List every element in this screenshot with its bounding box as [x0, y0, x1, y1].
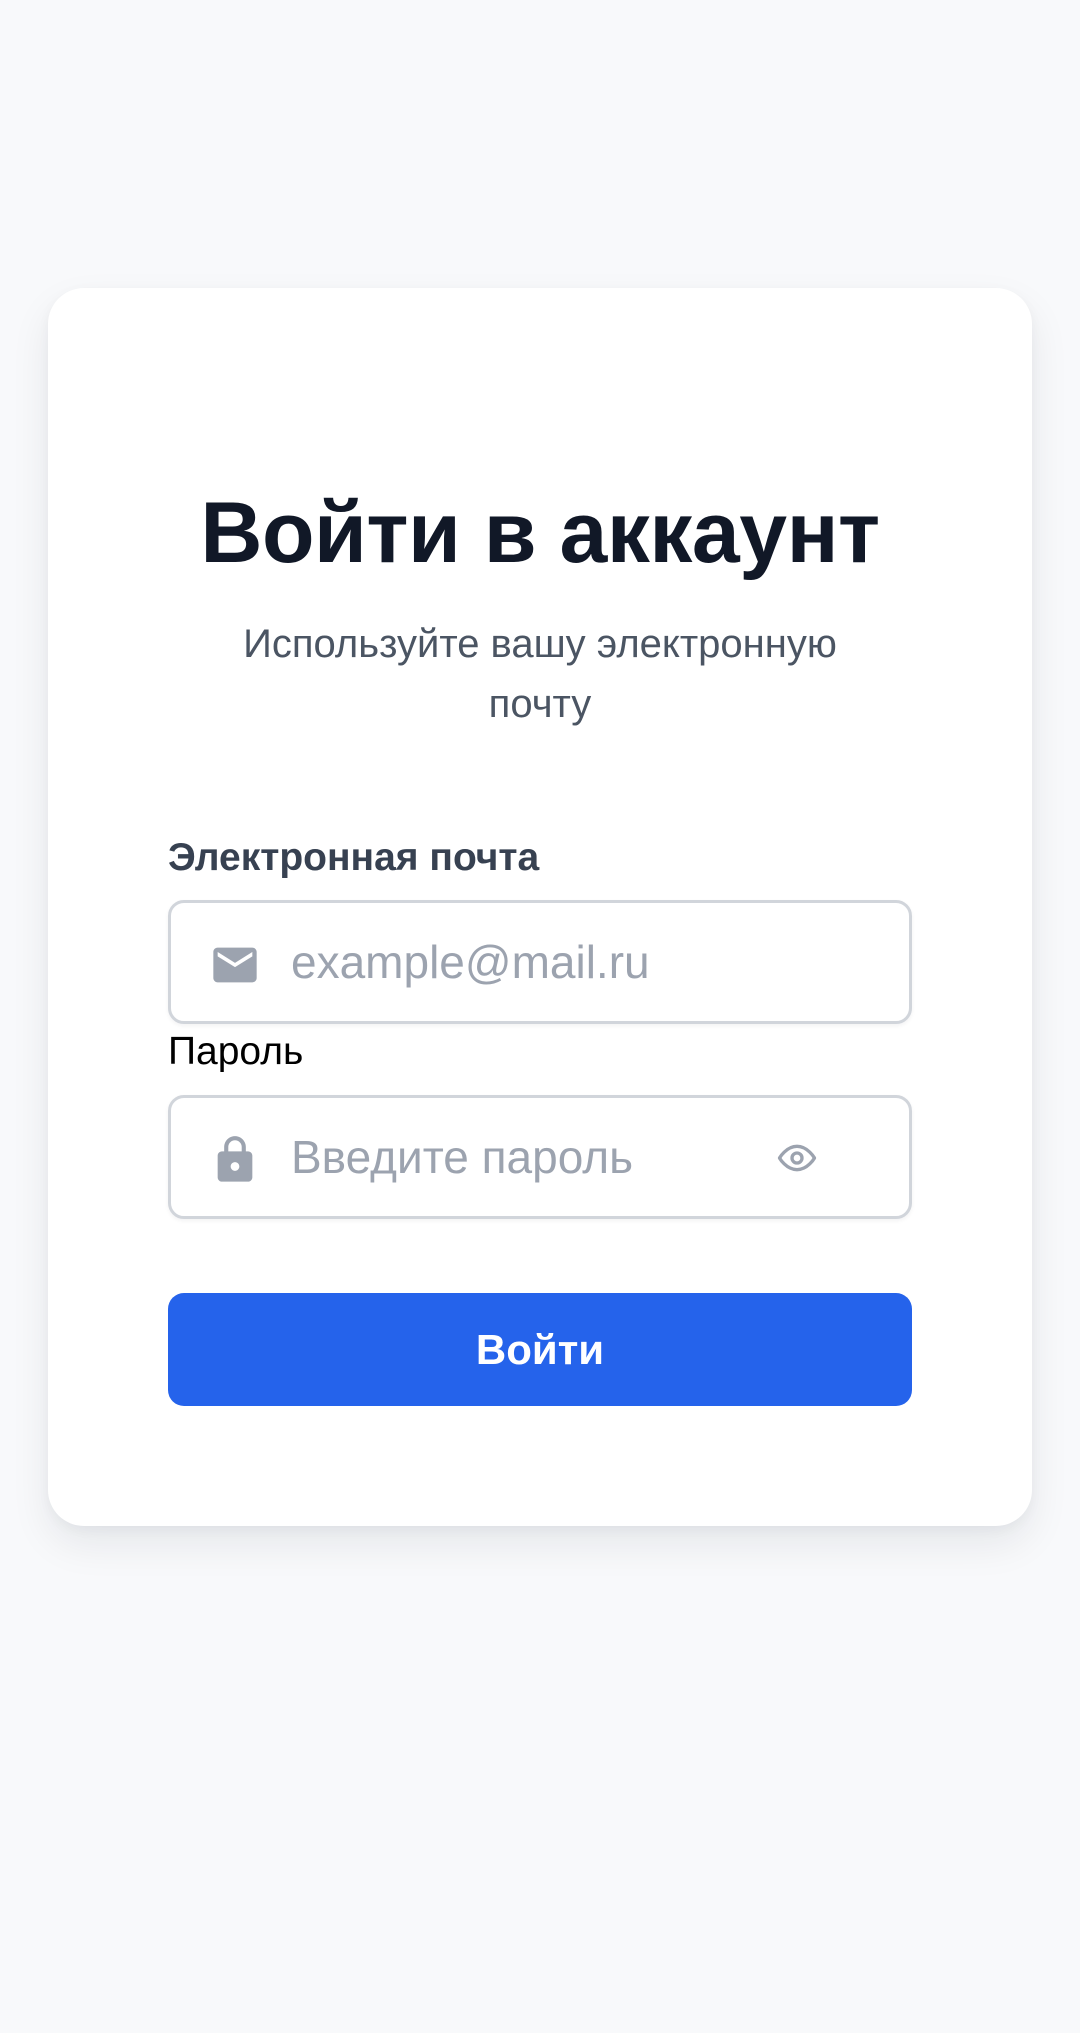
password-input[interactable] — [291, 1098, 761, 1216]
password-label: Пароль — [168, 1030, 304, 1073]
email-field[interactable] — [168, 900, 912, 1024]
mail-icon — [209, 939, 261, 991]
eye-icon[interactable] — [777, 1138, 817, 1178]
password-field[interactable] — [168, 1095, 912, 1219]
email-input[interactable] — [291, 903, 761, 1021]
email-label: Электронная почта — [168, 836, 540, 879]
page-title: Войти в аккаунт — [200, 485, 880, 581]
lock-icon — [209, 1134, 261, 1186]
login-button[interactable]: Войти — [168, 1293, 912, 1406]
page-subtitle: Используйте вашу электронную почту — [243, 622, 837, 726]
